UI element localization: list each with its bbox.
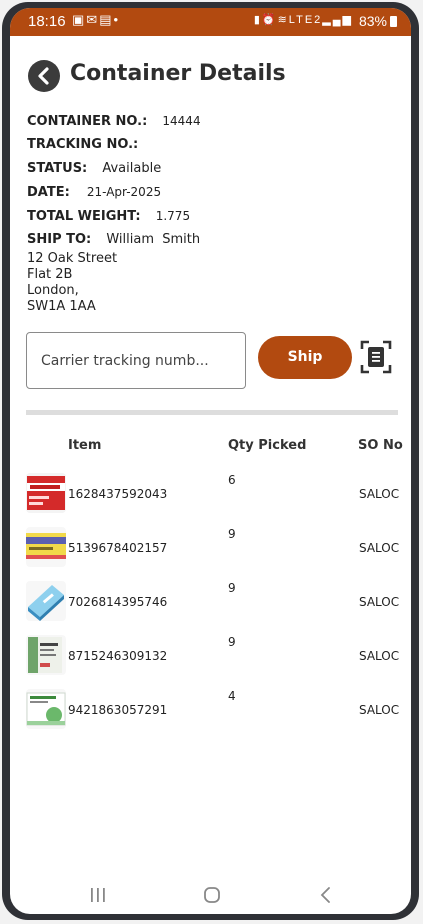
product-thumbnail <box>26 473 66 513</box>
address-line: 12 Oak Street <box>27 251 118 266</box>
system-icons: ▮⏰≋LTE2▂▄▆ <box>254 13 353 26</box>
product-thumbnail <box>26 527 66 567</box>
qty-picked: 9 <box>228 527 236 541</box>
total-weight-value: 1.775 <box>155 209 191 223</box>
address-line: SW1A 1AA <box>27 299 96 314</box>
tablets-box-blue-icon <box>26 581 66 621</box>
date-value: 21-Apr-2025 <box>86 185 162 199</box>
total-weight-label: TOTAL WEIGHT: <box>27 209 141 224</box>
battery-saver-icon: ▮ <box>253 14 262 26</box>
container-no-row: CONTAINER NO.: 14444 <box>27 110 201 129</box>
ibuprofen-box-icon <box>26 473 66 513</box>
item-code: 7026814395746 <box>68 595 168 609</box>
recent-apps-button[interactable] <box>89 886 107 908</box>
so-number: SALOC <box>359 487 400 501</box>
status-value: Available <box>102 161 162 176</box>
table-row[interactable]: 1628437592043 6 SALOC <box>26 473 411 515</box>
ship-to-row: SHIP TO: William Smith <box>27 228 200 247</box>
signal-icon: ▂▄▆ <box>322 14 353 26</box>
table-row[interactable]: 5139678402157 9 SALOC <box>26 527 411 569</box>
network-label: LTE2 <box>288 14 323 26</box>
tablets-box-white-icon <box>26 689 66 729</box>
qty-picked: 9 <box>228 635 236 649</box>
so-number: SALOC <box>359 649 400 663</box>
status-bar: 18:16 ▣✉▤• ▮⏰≋LTE2▂▄▆ 83% <box>10 8 411 36</box>
page-title: Container Details <box>70 61 286 86</box>
dot-icon: • <box>113 12 121 27</box>
address-line: London, <box>27 283 79 298</box>
system-back-button[interactable] <box>318 886 334 908</box>
item-code: 8715246309132 <box>68 649 168 663</box>
tracking-no-label: TRACKING NO.: <box>27 137 139 152</box>
ship-to-value: William Smith <box>106 232 201 247</box>
date-label: DATE: <box>27 185 70 200</box>
column-header-item: Item <box>68 438 102 453</box>
system-navigation-bar <box>10 874 411 914</box>
screen: 18:16 ▣✉▤• ▮⏰≋LTE2▂▄▆ 83% Container Deta… <box>10 8 411 914</box>
ship-to-label: SHIP TO: <box>27 232 92 247</box>
status-label: STATUS: <box>27 161 88 176</box>
alarm-icon: ⏰ <box>261 14 278 26</box>
tablets-box-yellow-icon <box>26 527 66 567</box>
container-no-value: 14444 <box>162 114 201 128</box>
qty-picked: 4 <box>228 689 236 703</box>
product-thumbnail <box>26 689 66 729</box>
chevron-left-icon <box>38 67 49 85</box>
wifi-icon: ≋ <box>277 14 289 26</box>
item-code: 9421863057291 <box>68 703 168 717</box>
scan-document-icon <box>360 340 392 374</box>
tracking-no-row: TRACKING NO.: <box>27 133 153 152</box>
status-row: STATUS: Available <box>27 157 161 176</box>
address-line: Flat 2B <box>27 267 73 282</box>
scan-button[interactable] <box>360 340 392 374</box>
teams-icon: ▤ <box>99 12 114 27</box>
battery-icon <box>390 16 397 27</box>
item-code: 1628437592043 <box>68 487 168 501</box>
mail-icon: ✉ <box>86 12 100 27</box>
status-time: 18:16 <box>28 13 66 30</box>
total-weight-row: TOTAL WEIGHT: 1.775 <box>27 205 190 224</box>
phone-frame: 18:16 ▣✉▤• ▮⏰≋LTE2▂▄▆ 83% Container Deta… <box>2 2 419 920</box>
table-row[interactable]: 8715246309132 9 SALOC <box>26 635 411 677</box>
home-button[interactable] <box>203 886 221 908</box>
battery-indicator: 83% <box>359 13 397 29</box>
tablets-box-green-icon <box>26 635 66 675</box>
back-button[interactable] <box>28 60 60 92</box>
so-number: SALOC <box>359 541 400 555</box>
ship-to-address: 12 Oak Street Flat 2B London, SW1A 1AA <box>27 251 117 315</box>
chevron-left-icon <box>320 887 330 903</box>
so-number: SALOC <box>359 595 400 609</box>
product-thumbnail <box>26 581 66 621</box>
section-divider <box>26 410 398 415</box>
qty-picked: 6 <box>228 473 236 487</box>
battery-percent: 83% <box>358 13 387 29</box>
date-row: DATE: 21-Apr-2025 <box>27 181 161 200</box>
home-icon <box>204 887 220 903</box>
column-header-so-no: SO No <box>358 438 403 453</box>
table-row[interactable]: 9421863057291 4 SALOC <box>26 689 411 731</box>
recent-apps-icon <box>91 888 105 902</box>
table-row[interactable]: 7026814395746 9 SALOC <box>26 581 411 623</box>
notification-icons: ▣✉▤• <box>72 12 120 28</box>
carrier-tracking-input[interactable] <box>26 332 246 389</box>
qty-picked: 9 <box>228 581 236 595</box>
ship-button[interactable]: Ship <box>258 336 352 379</box>
container-no-label: CONTAINER NO.: <box>27 114 148 129</box>
image-icon: ▣ <box>72 12 87 27</box>
product-thumbnail <box>26 635 66 675</box>
so-number: SALOC <box>359 703 400 717</box>
item-code: 5139678402157 <box>68 541 168 555</box>
column-header-qty-picked: Qty Picked <box>228 438 307 453</box>
